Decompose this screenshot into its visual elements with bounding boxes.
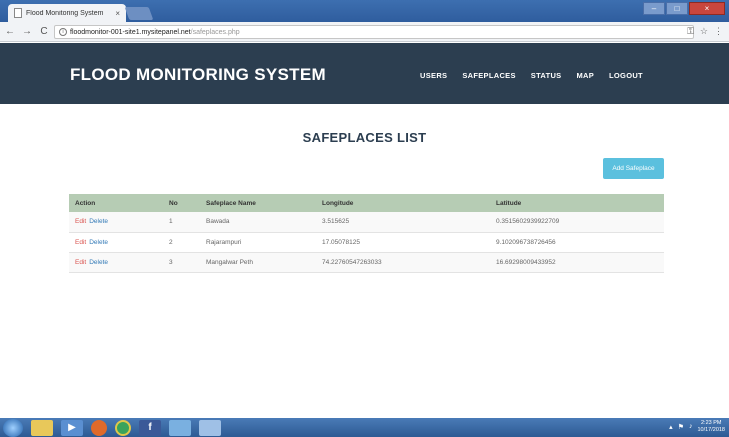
site-header: FLOOD MONITORING SYSTEM USERS SAFEPLACES…: [0, 43, 729, 104]
cell-no: 3: [163, 252, 200, 273]
info-icon[interactable]: i: [59, 28, 67, 36]
row-actions: Edit Delete: [69, 212, 163, 233]
app-icon[interactable]: [169, 419, 191, 436]
cell-longitude: 17.05078125: [316, 232, 490, 253]
url-host: floodmonitor-001-site1.mysitepanel.net: [70, 28, 191, 36]
main-nav: USERS SAFEPLACES STATUS MAP LOGOUT: [420, 71, 658, 80]
nav-users[interactable]: USERS: [420, 71, 447, 80]
nav-map[interactable]: MAP: [576, 71, 594, 80]
nav-logout[interactable]: LOGOUT: [609, 71, 643, 80]
browser-tab[interactable]: Flood Monitoring System ×: [8, 4, 126, 22]
edit-link[interactable]: Edit: [75, 218, 86, 225]
network-icon[interactable]: ⚑: [678, 423, 684, 431]
back-icon[interactable]: ←: [3, 26, 17, 37]
media-player-icon[interactable]: ▶: [61, 419, 83, 436]
facebook-icon[interactable]: f: [139, 419, 161, 436]
cell-longitude: 74.22760547263033: [316, 252, 490, 273]
window-controls: – □ ×: [643, 2, 725, 15]
key-icon[interactable]: ⚿: [687, 26, 694, 37]
url-input[interactable]: i floodmonitor-001-site1.mysitepanel.net…: [54, 25, 694, 39]
cell-longitude: 3.515625: [316, 212, 490, 233]
page-title: SAFEPLACES LIST: [302, 130, 427, 145]
site-brand[interactable]: FLOOD MONITORING SYSTEM: [70, 65, 326, 85]
table-row: Edit Delete 3 Mangalwar Peth 74.227605472…: [69, 252, 664, 273]
maximize-button[interactable]: □: [666, 2, 688, 15]
table-row: Edit Delete 2 Rajarampuri 17.05078125 9.1…: [69, 232, 664, 253]
os-taskbar: ▶ f ▴ ⚑ ♪ 2:23 PM 10/17/2018: [0, 418, 729, 437]
delete-link[interactable]: Delete: [89, 239, 108, 246]
address-bar-row: ← → C i floodmonitor-001-site1.mysitepan…: [0, 22, 729, 42]
column-header-longitude: Longitude: [316, 194, 490, 212]
row-actions: Edit Delete: [69, 252, 163, 273]
edit-link[interactable]: Edit: [75, 239, 86, 246]
folder-icon[interactable]: [31, 419, 53, 436]
column-header-name: Safeplace Name: [200, 194, 316, 212]
nav-safeplaces[interactable]: SAFEPLACES: [462, 71, 515, 80]
minimize-button[interactable]: –: [643, 2, 665, 15]
volume-icon[interactable]: ♪: [689, 423, 693, 430]
clock-date: 10/17/2018: [697, 426, 725, 433]
safeplaces-table: Action No Safeplace Name Longitude Latit…: [69, 194, 664, 273]
cell-no: 2: [163, 232, 200, 253]
star-icon[interactable]: ☆: [700, 26, 708, 37]
start-button[interactable]: [3, 418, 23, 437]
table-header-row: Action No Safeplace Name Longitude Latit…: [69, 194, 664, 212]
clock[interactable]: 2:23 PM 10/17/2018: [697, 420, 725, 433]
safeplaces-table-container: Action No Safeplace Name Longitude Latit…: [69, 194, 664, 273]
cell-no: 1: [163, 212, 200, 233]
edit-link[interactable]: Edit: [75, 259, 86, 266]
column-header-no: No: [163, 194, 200, 212]
chrome-icon[interactable]: [115, 419, 131, 436]
close-tab-icon[interactable]: ×: [115, 9, 120, 18]
reload-icon[interactable]: C: [37, 26, 51, 37]
delete-link[interactable]: Delete: [89, 218, 108, 225]
table-row: Edit Delete 1 Bawada 3.515625 0.351560293…: [69, 212, 664, 233]
cell-latitude: 16.69298009433952: [490, 252, 664, 273]
close-window-button[interactable]: ×: [689, 2, 725, 15]
forward-icon[interactable]: →: [20, 26, 34, 37]
cell-name: Rajarampuri: [200, 232, 316, 253]
tab-title: Flood Monitoring System: [26, 9, 104, 17]
tray-arrow-icon[interactable]: ▴: [669, 423, 673, 431]
clock-time: 2:23 PM: [700, 420, 722, 426]
system-tray: ▴ ⚑ ♪ 2:23 PM 10/17/2018: [669, 420, 725, 433]
delete-link[interactable]: Delete: [89, 259, 108, 266]
cell-latitude: 9.102096738726456: [490, 232, 664, 253]
cell-name: Bawada: [200, 212, 316, 233]
cell-latitude: 0.3515602939922709: [490, 212, 664, 233]
paint-icon[interactable]: [199, 419, 221, 436]
new-tab-button[interactable]: [124, 7, 154, 20]
add-safeplace-button[interactable]: Add Safeplace: [603, 158, 664, 179]
nav-status[interactable]: STATUS: [531, 71, 562, 80]
row-actions: Edit Delete: [69, 232, 163, 253]
column-header-action: Action: [69, 194, 163, 212]
column-header-latitude: Latitude: [490, 194, 664, 212]
cell-name: Mangalwar Peth: [200, 252, 316, 273]
firefox-icon[interactable]: [91, 419, 107, 436]
browser-tab-bar: Flood Monitoring System × – □ ×: [0, 0, 729, 22]
menu-icon[interactable]: ⋮: [714, 26, 723, 37]
page-icon: [14, 8, 22, 18]
url-path: /safeplaces.php: [190, 28, 240, 36]
